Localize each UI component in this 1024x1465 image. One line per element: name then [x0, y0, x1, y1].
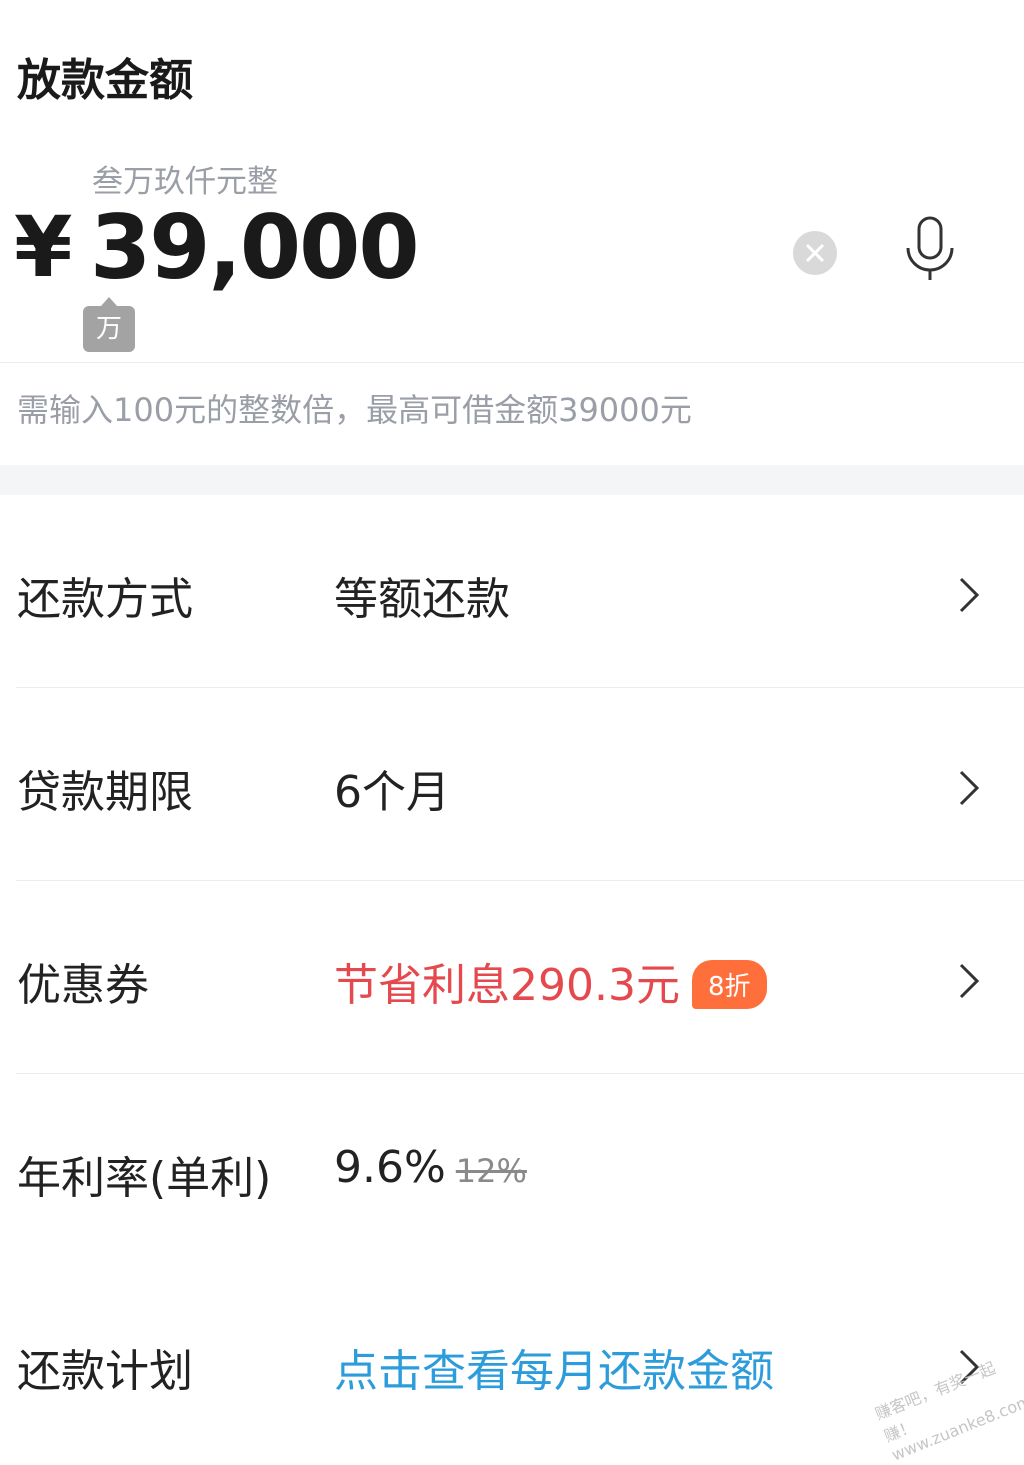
loan-term-row[interactable]: 贷款期限 6个月	[0, 688, 1024, 881]
voice-input-button[interactable]	[900, 214, 960, 284]
chevron-right-icon	[959, 770, 980, 806]
unit-tooltip: 万	[83, 297, 135, 352]
page-title: 放款金额	[17, 55, 193, 106]
close-icon	[805, 243, 825, 263]
row-label: 还款方式	[17, 574, 193, 625]
current-rate: 9.6%	[334, 1142, 446, 1193]
rate-value: 9.6% 12%	[334, 1142, 527, 1193]
amount-in-words: 叁万玖仟元整	[92, 164, 278, 200]
repayment-method-row[interactable]: 还款方式 等额还款	[0, 495, 1024, 688]
clear-button[interactable]	[793, 231, 837, 275]
row-label: 贷款期限	[17, 767, 193, 818]
repayment-plan-link[interactable]: 点击查看每月还款金额	[334, 1335, 774, 1399]
row-label: 年利率(单利)	[17, 1153, 272, 1204]
section-separator	[0, 465, 1024, 495]
amount-hint: 需输入100元的整数倍，最高可借金额39000元	[17, 391, 692, 429]
currency-symbol: ¥	[14, 198, 73, 296]
annual-rate-row: 年利率(单利) 9.6% 12%	[0, 1074, 1024, 1267]
microphone-icon	[906, 216, 954, 280]
row-label: 优惠券	[17, 960, 149, 1011]
row-label: 还款计划	[17, 1346, 193, 1397]
chevron-right-icon	[959, 963, 980, 999]
amount-input[interactable]: 39,000	[90, 196, 420, 299]
original-rate: 12%	[455, 1152, 527, 1190]
discount-badge: 8折	[691, 959, 767, 1009]
row-value: 6个月	[334, 767, 450, 818]
repayment-plan-row[interactable]: 还款计划 点击查看每月还款金额	[0, 1267, 1024, 1460]
chevron-right-icon	[959, 577, 980, 613]
coupon-value: 节省利息290.3元 8折	[334, 949, 767, 1013]
row-value: 等额还款	[334, 574, 510, 625]
coupon-savings: 节省利息290.3元	[334, 960, 680, 1011]
divider	[0, 362, 1024, 363]
coupon-row[interactable]: 优惠券 节省利息290.3元 8折	[0, 881, 1024, 1074]
